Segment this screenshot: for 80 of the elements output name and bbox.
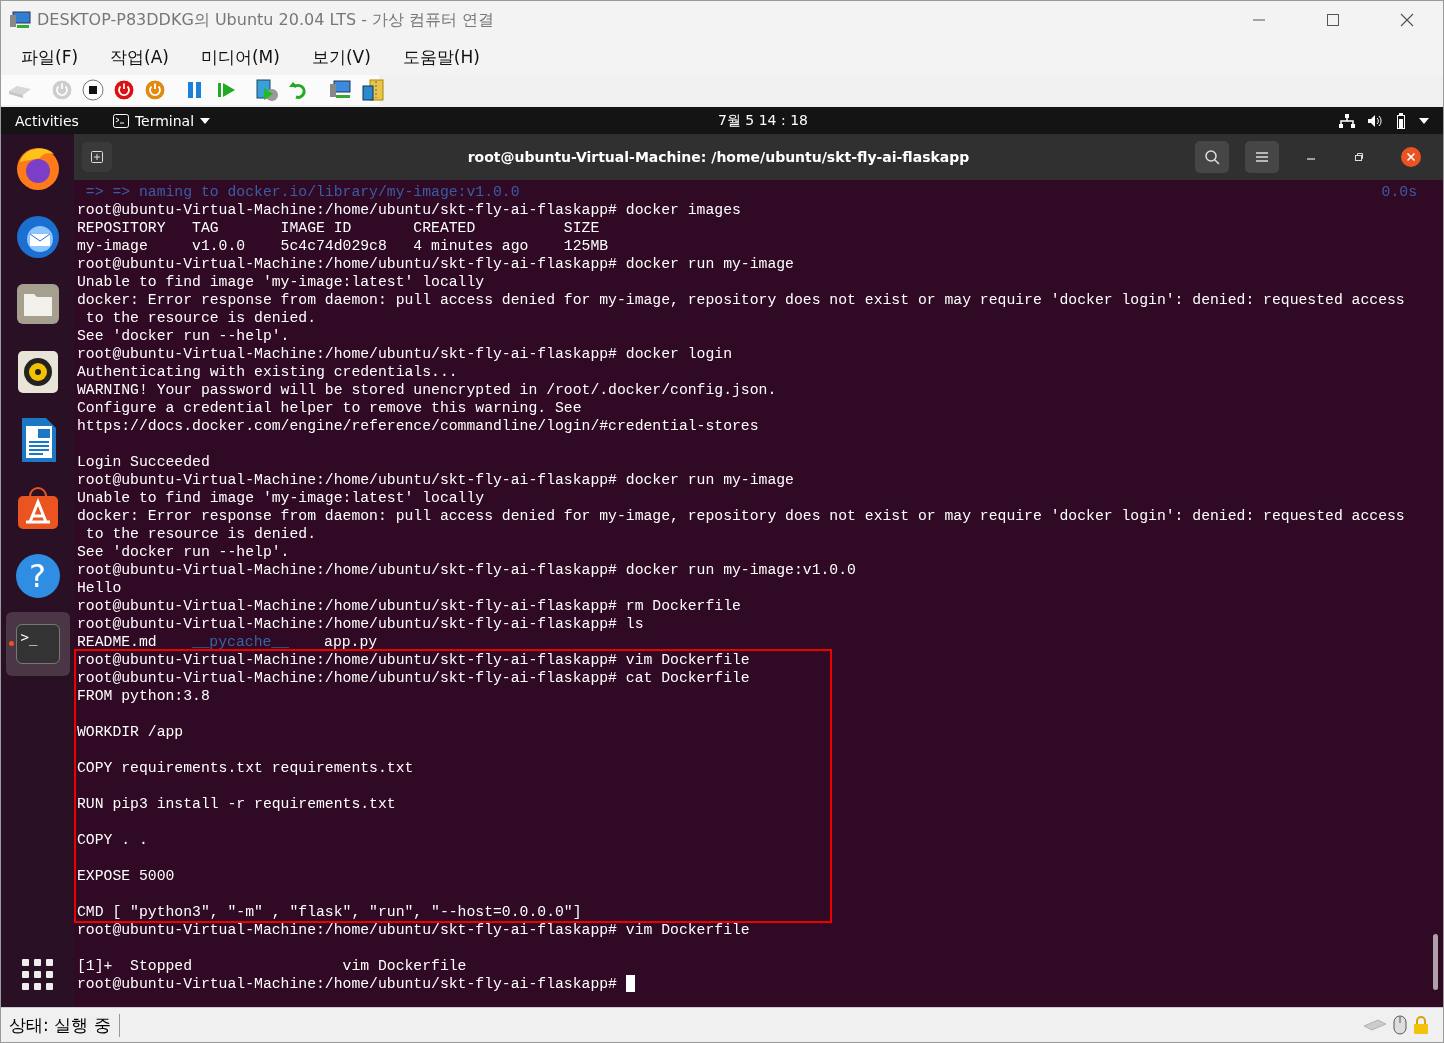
terminal-line: Unable to find image 'my-image:latest' locally bbox=[77, 489, 485, 507]
terminal-line: root@ubuntu-Virtual-Machine:/home/ubuntu/skt-fly-ai-flaskapp# docker run my-image bbox=[77, 255, 794, 273]
close-icon[interactable] bbox=[1399, 12, 1415, 28]
terminal-line: docker: Error response from daemon: pull access denied for my-image, repository does not exist or may require 'docker login': denied: requested access bbox=[77, 507, 1405, 525]
menu-icon bbox=[1255, 151, 1269, 163]
terminal-line: FROM python:3.8 bbox=[77, 687, 210, 705]
terminal-icon[interactable]: >_ bbox=[15, 624, 60, 664]
terminal-line: root@ubuntu-Virtual-Machine:/home/ubuntu/skt-fly-ai-flaskapp# docker run my-image:v1.0.0 bbox=[77, 561, 856, 579]
maximize-icon[interactable] bbox=[1325, 12, 1341, 28]
menu-item[interactable]: 파일(F) bbox=[13, 41, 87, 73]
terminal-line: WORKDIR /app bbox=[77, 723, 184, 741]
terminal-line: => => naming to docker.io/library/my-image:v1.0.0 bbox=[84, 183, 520, 201]
power-icon[interactable] bbox=[113, 79, 135, 101]
terminal-line: root@ubuntu-Virtual-Machine:/home/ubuntu/skt-fly-ai-flaskapp# vim Dockerfile bbox=[77, 651, 750, 669]
terminal-line: Configure a credential helper to remove this warning. See bbox=[77, 399, 582, 417]
terminal-line: https://docs.docker.com/engine/reference/commandline/login/#credential-stores bbox=[77, 417, 759, 435]
terminal-line: COPY requirements.txt requirements.txt bbox=[77, 759, 414, 777]
terminal-line: RUN pip3 install -r requirements.txt bbox=[77, 795, 396, 813]
app-menu[interactable]: Terminal bbox=[112, 112, 211, 129]
volume-icon[interactable] bbox=[1367, 113, 1383, 128]
terminal-line: root@ubuntu-Virtual-Machine:/home/ubuntu/skt-fly-ai-flaskapp# docker images bbox=[77, 201, 741, 219]
terminal-line: COPY . . bbox=[77, 831, 148, 849]
terminal-title: root@ubuntu-Virtual-Machine: /home/ubuntu/skt-fly-ai-flaskapp bbox=[466, 149, 971, 165]
terminal-line: [1]+ Stopped vim Dockerfile bbox=[77, 957, 467, 975]
menu-item[interactable]: 작업(A) bbox=[102, 41, 177, 73]
terminal-line: root@ubuntu-Virtual-Machine:/home/ubuntu/skt-fly-ai-flaskapp# docker login bbox=[77, 345, 732, 363]
scrollbar[interactable] bbox=[1433, 934, 1438, 990]
terminal-line: root@ubuntu-Virtual-Machine:/home/ubuntu/skt-fly-ai-flaskapp# ls bbox=[77, 615, 644, 633]
file-name: __pycache__ bbox=[191, 633, 290, 651]
padlock-icon bbox=[1413, 1015, 1429, 1035]
terminal-line: Unable to find image 'my-image:latest' locally bbox=[77, 273, 485, 291]
app-grid-icon[interactable] bbox=[21, 959, 54, 991]
terminal-line: docker: Error response from daemon: pull access denied for my-image, repository does not exist or may require 'docker login': denied: requested access bbox=[77, 291, 1405, 309]
terminal-line: EXPOSE 5000 bbox=[77, 867, 175, 885]
terminal-line: Hello bbox=[77, 579, 122, 597]
close-icon[interactable] bbox=[1401, 147, 1421, 167]
terminal-line: to the resource is denied. bbox=[84, 525, 316, 543]
terminal-line: CMD [ "python3", "-m" , "flask", "run", "--host=0.0.0.0"] bbox=[77, 903, 582, 921]
search-button[interactable] bbox=[1195, 141, 1229, 173]
file-name: app.py bbox=[324, 633, 378, 651]
terminal-line: root@ubuntu-Virtual-Machine:/home/ubuntu/skt-fly-ai-flaskapp# bbox=[77, 975, 618, 993]
terminal-line: See 'docker run --help'. bbox=[77, 543, 290, 561]
terminal-line: REPOSITORY TAG IMAGE ID CREATED SIZE bbox=[77, 219, 600, 237]
zip-folder-icon[interactable] bbox=[361, 78, 385, 102]
terminal-line: Login Succeeded bbox=[77, 453, 210, 471]
server-play-icon[interactable] bbox=[255, 78, 279, 102]
terminal-icon bbox=[112, 113, 129, 128]
network-icon[interactable] bbox=[1339, 113, 1355, 128]
computer-icon bbox=[9, 11, 31, 29]
menu-button[interactable] bbox=[1245, 141, 1279, 173]
stop-icon[interactable] bbox=[82, 79, 104, 101]
terminal-line: See 'docker run --help'. bbox=[77, 327, 290, 345]
search-icon bbox=[1204, 149, 1220, 165]
app-name: Terminal bbox=[134, 112, 195, 129]
keyboard-icon bbox=[1363, 1018, 1387, 1032]
menu-item[interactable]: 미디어(M) bbox=[192, 41, 288, 73]
window-title: DESKTOP-P83DDKG의 Ubuntu 20.04 LTS - 가상 컴퓨터 연결 bbox=[37, 9, 495, 31]
status-text: 상태: 실행 중 bbox=[9, 1013, 120, 1037]
terminal-line: root@ubuntu-Virtual-Machine:/home/ubuntu/skt-fly-ai-flaskapp# rm Dockerfile bbox=[77, 597, 741, 615]
elapsed-time: 0.0s bbox=[1381, 183, 1417, 201]
new-tab-icon bbox=[90, 150, 104, 164]
caret-icon[interactable] bbox=[1419, 117, 1429, 124]
activities-button[interactable]: Activities bbox=[1, 112, 93, 129]
terminal-line: root@ubuntu-Virtual-Machine:/home/ubuntu/skt-fly-ai-flaskapp# cat Dockerfile bbox=[77, 669, 750, 687]
caret-icon bbox=[200, 117, 211, 124]
menu-item[interactable]: 보기(V) bbox=[303, 41, 379, 73]
battery-icon[interactable] bbox=[1395, 112, 1407, 129]
terminal-line: root@ubuntu-Virtual-Machine:/home/ubuntu/skt-fly-ai-flaskapp# docker run my-image bbox=[77, 471, 794, 489]
terminal-line: WARNING! Your password will be stored unencrypted in /root/.docker/config.json. bbox=[77, 381, 777, 399]
clock[interactable]: 7월 5 14 : 18 bbox=[718, 111, 808, 130]
new-tab-button[interactable] bbox=[82, 142, 112, 172]
terminal-line: root@ubuntu-Virtual-Machine:/home/ubuntu/skt-fly-ai-flaskapp# vim Dockerfile bbox=[77, 921, 750, 939]
restore-icon[interactable] bbox=[1353, 151, 1365, 163]
menu-item[interactable]: 도움말(H) bbox=[394, 41, 488, 73]
terminal-line: my-image v1.0.0 5c4c74d029c8 4 minutes ago 125MB bbox=[77, 237, 609, 255]
terminal-line: to the resource is denied. bbox=[84, 309, 316, 327]
terminal-line: Authenticating with existing credentials... bbox=[77, 363, 458, 381]
mouse-icon bbox=[1393, 1015, 1407, 1035]
power-icon[interactable] bbox=[144, 79, 166, 101]
file-name: README.md bbox=[77, 633, 157, 651]
